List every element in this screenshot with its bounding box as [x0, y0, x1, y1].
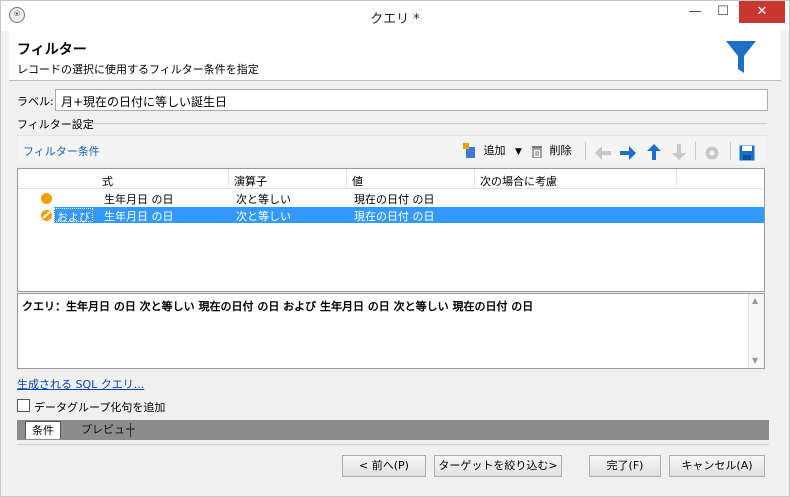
toolbar-separator	[585, 142, 586, 160]
page-title: フィルター	[17, 42, 87, 58]
query-window: ⍟ クエリ * — ☐ ✕ フィルター レコードの選択に使用するフィルター条件を…	[0, 0, 790, 497]
filter-conditions-link[interactable]: フィルター条件	[23, 143, 100, 159]
arrow-right-icon[interactable]	[619, 143, 637, 163]
row-expression: 生年月日 の日	[104, 193, 174, 206]
delete-button[interactable]: 削除	[531, 141, 572, 161]
column-divider	[228, 169, 229, 189]
row-value: 現在の日付 の日	[354, 210, 435, 223]
page-header: フィルター レコードの選択に使用するフィルター条件を指定	[9, 31, 781, 81]
row-logic[interactable]: および	[54, 208, 93, 224]
condition-grid[interactable]: 式 演算子 値 次の場合に考慮 生年月日 の日 次と等しい 現在の日付 の日 お…	[17, 168, 765, 292]
trash-icon	[532, 146, 542, 159]
row-operator: 次と等しい	[236, 210, 291, 223]
query-preview[interactable]: クエリ：生年月日 の日 次と等しい 現在の日付 の日 および 生年月日 の日 次…	[17, 293, 765, 369]
save-icon[interactable]	[739, 143, 755, 163]
cancel-button[interactable]: キャンセル(A)	[669, 455, 765, 477]
narrow-target-button[interactable]: ターゲットを絞り込む>	[434, 455, 562, 477]
toolbar-separator	[695, 142, 696, 160]
arrow-up-icon[interactable]	[646, 142, 662, 162]
column-header[interactable]: 式	[102, 173, 113, 189]
add-button[interactable]: 追加 ▼	[463, 141, 522, 161]
label-input[interactable]: 月+現在の日付に等しい誕生日	[55, 89, 768, 111]
column-header[interactable]: 演算子	[234, 173, 267, 189]
column-header[interactable]: 次の場合に考慮	[480, 173, 557, 189]
column-header[interactable]: 値	[352, 173, 363, 189]
funnel-icon	[726, 41, 756, 73]
row-expression: 生年月日 の日	[104, 210, 174, 223]
divider	[17, 444, 769, 445]
condition-dot-icon	[41, 193, 52, 204]
column-divider	[676, 169, 677, 189]
finish-button[interactable]: 完了(F)	[589, 455, 661, 477]
divider	[89, 123, 767, 124]
group-by-checkbox[interactable]	[17, 399, 30, 412]
minimize-button[interactable]: —	[681, 1, 709, 23]
chevron-down-icon[interactable]: ▼	[515, 147, 522, 157]
group-by-label: データグループ化句を追加	[34, 401, 166, 414]
row-value: 現在の日付 の日	[354, 193, 435, 206]
condition-row[interactable]: 生年月日 の日 次と等しい 現在の日付 の日	[18, 190, 764, 206]
column-divider	[346, 169, 347, 189]
add-label: 追加	[483, 144, 506, 157]
page-subtitle: レコードの選択に使用するフィルター条件を指定	[17, 63, 259, 76]
and-operator-icon	[41, 210, 52, 221]
tab-conditions[interactable]: 条件	[25, 421, 61, 439]
delete-label: 削除	[549, 144, 572, 157]
filter-toolbar: フィルター条件 追加 ▼ 削除	[17, 135, 767, 165]
tab-bar: 条件 プレビュー	[17, 420, 769, 440]
close-button[interactable]: ✕	[739, 1, 785, 23]
window-title: クエリ *	[370, 12, 420, 27]
filter-settings-heading: フィルター設定	[17, 118, 94, 131]
grid-header: 式 演算子 値 次の場合に考慮	[18, 169, 764, 189]
scrollbar[interactable]: ▲ ▼	[748, 294, 764, 368]
prev-button[interactable]: < 前へ(P)	[342, 455, 426, 477]
arrow-left-icon[interactable]	[594, 143, 612, 163]
column-divider	[474, 169, 475, 189]
maximize-button[interactable]: ☐	[709, 1, 737, 23]
scroll-down-icon[interactable]: ▼	[752, 356, 758, 365]
tab-divider	[130, 423, 131, 437]
toolbar-separator	[730, 142, 731, 160]
query-text: クエリ：生年月日 の日 次と等しい 現在の日付 の日 および 生年月日 の日 次…	[22, 300, 534, 313]
row-operator: 次と等しい	[236, 193, 291, 206]
title-bar[interactable]: ⍟ クエリ * — ☐ ✕	[1, 1, 789, 31]
arrow-down-icon[interactable]	[671, 142, 687, 162]
add-condition-icon	[463, 143, 475, 158]
scroll-up-icon[interactable]: ▲	[752, 296, 758, 305]
generated-sql-link[interactable]: 生成される SQL クエリ...	[17, 376, 144, 392]
condition-row-selected[interactable]: および 生年月日 の日 次と等しい 現在の日付 の日	[18, 207, 764, 224]
settings-icon[interactable]	[704, 143, 720, 163]
tab-preview[interactable]: プレビュー	[75, 421, 142, 439]
label-caption: ラベル:	[17, 95, 54, 108]
